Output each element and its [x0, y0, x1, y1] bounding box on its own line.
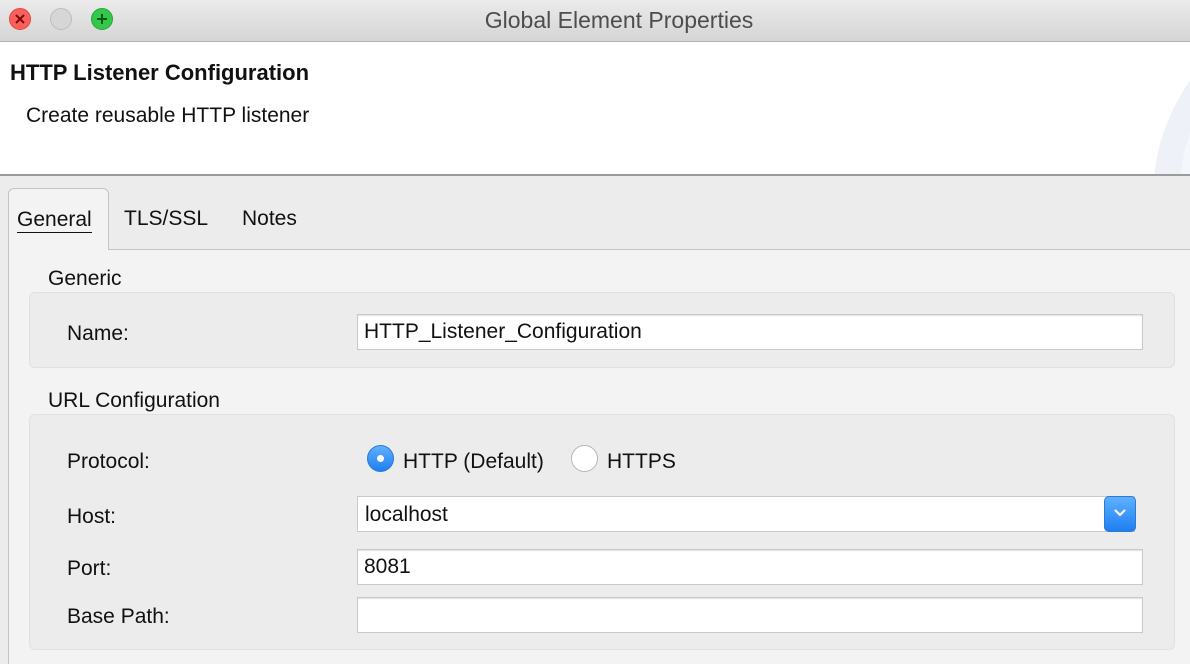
- header-decoration: [1154, 80, 1190, 174]
- host-label: Host:: [67, 505, 117, 528]
- window-title: Global Element Properties: [484, 7, 754, 33]
- protocol-https-label[interactable]: HTTPS: [607, 450, 676, 474]
- tab-tls-ssl-label: TLS/SSL: [124, 207, 209, 230]
- header-title: HTTP Listener Configuration: [10, 60, 310, 85]
- dialog-header: HTTP Listener Configuration Create reusa…: [0, 42, 1190, 174]
- title-bar: Global Element Properties: [0, 0, 1190, 42]
- host-combobox[interactable]: localhost: [357, 496, 1136, 532]
- base-path-input[interactable]: [357, 597, 1143, 633]
- tab-notes[interactable]: Notes: [242, 188, 297, 250]
- protocol-label: Protocol:: [67, 450, 150, 473]
- generic-group: Name:: [29, 292, 1175, 368]
- generic-group-label: Generic: [48, 267, 122, 290]
- host-dropdown-button[interactable]: [1104, 496, 1136, 532]
- url-config-group-label: URL Configuration: [48, 389, 220, 412]
- tab-container: General TLS/SSL Notes Generic Name: URL …: [0, 176, 1190, 664]
- port-input[interactable]: [357, 549, 1143, 585]
- host-value: localhost: [365, 503, 448, 526]
- name-label: Name:: [67, 322, 129, 345]
- tab-general[interactable]: General: [8, 188, 109, 250]
- dialog-window: Global Element Properties HTTP Listener …: [0, 0, 1190, 664]
- chevron-down-icon: [1114, 509, 1126, 517]
- base-path-label: Base Path:: [67, 605, 170, 628]
- name-input[interactable]: [357, 314, 1143, 350]
- tab-general-label: General: [17, 208, 92, 233]
- url-config-group: Protocol: HTTP (Default) HTTPS Host: loc…: [29, 414, 1175, 650]
- port-label: Port:: [67, 557, 112, 580]
- header-description: Create reusable HTTP listener: [26, 104, 310, 127]
- protocol-http-radio[interactable]: [367, 445, 394, 472]
- general-tab-panel: Generic Name: URL Configuration Protocol…: [8, 249, 1190, 664]
- protocol-https-radio[interactable]: [571, 445, 598, 472]
- protocol-http-label[interactable]: HTTP (Default): [403, 450, 544, 474]
- tab-tls-ssl[interactable]: TLS/SSL: [124, 188, 208, 250]
- tab-notes-label: Notes: [242, 207, 297, 230]
